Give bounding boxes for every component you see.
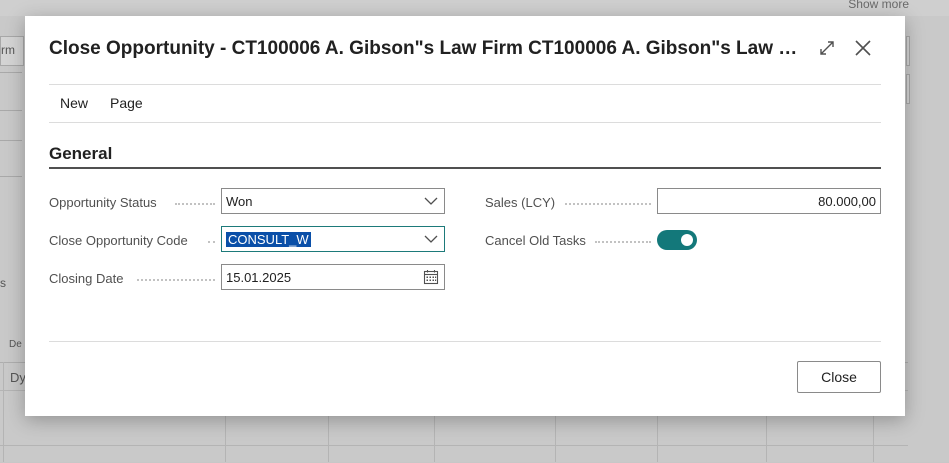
action-page[interactable]: Page — [110, 91, 143, 115]
background-show-more-link: Show more — [848, 0, 909, 11]
section-underline — [49, 167, 881, 169]
close-button[interactable]: Close — [797, 361, 881, 393]
opportunity-status-value: Won — [226, 193, 253, 209]
background-grid-row — [0, 445, 908, 446]
background-text-fragment: rm — [1, 43, 15, 57]
action-new[interactable]: New — [49, 91, 88, 115]
opportunity-status-label: Opportunity Status — [49, 195, 157, 210]
close-opportunity-code-label: Close Opportunity Code — [49, 233, 188, 248]
action-bar-divider — [49, 122, 881, 123]
close-dialog-button[interactable] — [849, 34, 877, 62]
opportunity-status-select[interactable]: Won — [221, 188, 445, 214]
closing-date-label: Closing Date — [49, 271, 124, 286]
background-line — [0, 176, 22, 177]
header-divider — [49, 84, 881, 85]
field-dots — [175, 202, 215, 205]
background-line — [0, 110, 22, 111]
background-field — [906, 36, 910, 66]
close-icon — [854, 39, 872, 57]
closing-date-input[interactable]: 15.01.2025 — [221, 264, 445, 290]
close-opportunity-dialog: Close Opportunity - CT100006 A. Gibson"s… — [25, 16, 905, 416]
cancel-old-tasks-label: Cancel Old Tasks — [485, 233, 586, 248]
background-topbar — [0, 0, 949, 16]
footer-divider — [49, 341, 881, 342]
background-text-fragment: s — [0, 276, 6, 290]
background-text-fragment: De — [9, 339, 22, 350]
dialog-title: Close Opportunity - CT100006 A. Gibson"s… — [49, 38, 799, 59]
background-line — [0, 72, 22, 73]
chevron-down-icon — [422, 192, 440, 210]
field-dots — [565, 202, 651, 205]
sales-lcy-label: Sales (LCY) — [485, 195, 556, 210]
field-dots — [208, 240, 215, 243]
chevron-down-icon — [422, 230, 440, 248]
close-opportunity-code-select[interactable]: CONSULT_W — [221, 226, 445, 252]
sales-lcy-input[interactable]: 80.000,00 — [657, 188, 881, 214]
expand-icon — [818, 39, 836, 57]
background-field — [906, 74, 910, 104]
calendar-icon[interactable] — [422, 268, 440, 286]
cancel-old-tasks-toggle[interactable] — [657, 230, 697, 250]
field-dots — [595, 240, 651, 243]
expand-button[interactable] — [813, 34, 841, 62]
closing-date-value: 15.01.2025 — [226, 269, 292, 285]
section-title-general[interactable]: General — [49, 144, 112, 164]
action-bar: New Page — [49, 84, 165, 122]
toggle-knob — [681, 234, 693, 246]
field-dots — [137, 278, 215, 281]
sales-lcy-value: 80.000,00 — [818, 193, 876, 209]
close-opportunity-code-value: CONSULT_W — [226, 231, 311, 247]
background-grid-col — [3, 362, 4, 462]
background-line — [0, 140, 22, 141]
